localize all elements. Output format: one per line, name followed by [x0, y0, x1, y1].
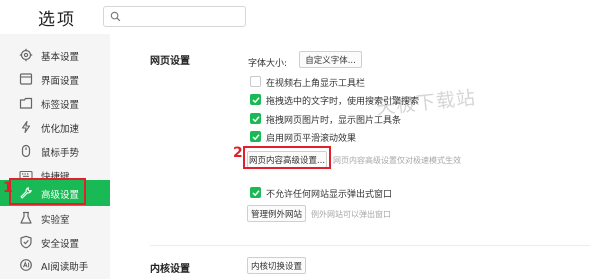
sidebar-item-lab[interactable]: 实验室	[0, 205, 110, 231]
sidebar-item-label: 鼠标手势	[41, 148, 80, 159]
sidebar-item-label: 优化加速	[41, 124, 80, 135]
ai-icon	[20, 259, 32, 271]
check-icon	[252, 97, 260, 104]
sidebar-item-ai-reader[interactable]: AI阅读助手	[0, 252, 110, 278]
search-box[interactable]	[103, 6, 246, 27]
tabs-icon	[19, 97, 33, 109]
sidebar-item-tabs[interactable]: 标签设置	[0, 90, 110, 116]
option-label: 拖拽网页图片时，显示图片工具条	[266, 116, 402, 126]
sidebar-item-label: 安全设置	[41, 239, 80, 250]
checkbox-drag-search[interactable]	[250, 94, 261, 105]
sidebar-item-basic[interactable]: 基本设置	[0, 42, 110, 68]
advanced-settings-hint: 网页内容高级设置仅对极速模式生效	[333, 156, 461, 165]
section-title-webpage: 网页设置	[150, 56, 190, 67]
step-marker-1: 1	[3, 180, 13, 196]
option-label: 不允许任何网站显示弹出式窗口	[266, 190, 393, 200]
custom-font-button[interactable]: 自定义字体...	[299, 51, 362, 68]
rocket-icon	[21, 120, 31, 134]
lab-icon	[20, 211, 32, 224]
step-marker-2: 2	[233, 145, 243, 161]
settings-content: 天极下载站 网页设置 字体大小: 自定义字体... 在视频右上角显示工具栏 拖拽…	[110, 34, 600, 279]
section-title-kernel: 内核设置	[150, 264, 190, 275]
sidebar-item-label: 实验室	[41, 215, 70, 226]
sidebar-item-label: 界面设置	[41, 76, 80, 87]
sidebar-item-gestures[interactable]: 鼠标手势	[0, 138, 110, 164]
sidebar-item-label: 基本设置	[41, 52, 80, 63]
sidebar: 基本设置 界面设置 标签设置 优化加速 鼠标手势 快捷键 高级设置 实验室 安全…	[0, 34, 110, 279]
kernel-switch-button[interactable]: 内核切换设置	[247, 257, 306, 274]
option-label: 启用网页平滑滚动效果	[266, 134, 357, 144]
sidebar-item-optimize[interactable]: 优化加速	[0, 114, 110, 140]
gear-icon	[19, 48, 33, 62]
option-label: 在视频右上角显示工具栏	[266, 79, 366, 89]
option-label: 拖拽选中的文字时，使用搜索引擎搜索	[266, 97, 420, 107]
checkbox-block-popups[interactable]	[250, 187, 261, 198]
sidebar-item-interface[interactable]: 界面设置	[0, 66, 110, 92]
highlight-box-advanced-button	[243, 146, 331, 169]
window-header: 选项	[0, 0, 600, 34]
check-icon	[252, 134, 260, 141]
sidebar-item-label: AI阅读助手	[41, 262, 89, 273]
check-icon	[252, 116, 260, 123]
shield-icon	[20, 235, 32, 249]
window-icon	[19, 73, 33, 85]
section-divider	[150, 245, 590, 246]
sidebar-item-label: 标签设置	[41, 100, 80, 111]
search-input[interactable]	[126, 9, 241, 24]
manage-exceptions-button[interactable]: 管理例外网站	[247, 205, 306, 222]
font-size-label: 字体大小:	[248, 59, 288, 69]
page-title: 选项	[38, 10, 76, 30]
checkbox-image-toolbar[interactable]	[250, 113, 261, 124]
mouse-icon	[21, 144, 31, 158]
checkbox-video-toolbar[interactable]	[250, 76, 261, 87]
search-icon	[110, 11, 121, 22]
checkbox-smooth-scroll[interactable]	[250, 131, 261, 142]
check-icon	[252, 190, 260, 197]
exceptions-hint: 例外网站可以弹出窗口	[311, 210, 391, 219]
highlight-box-advanced-nav	[9, 178, 86, 205]
